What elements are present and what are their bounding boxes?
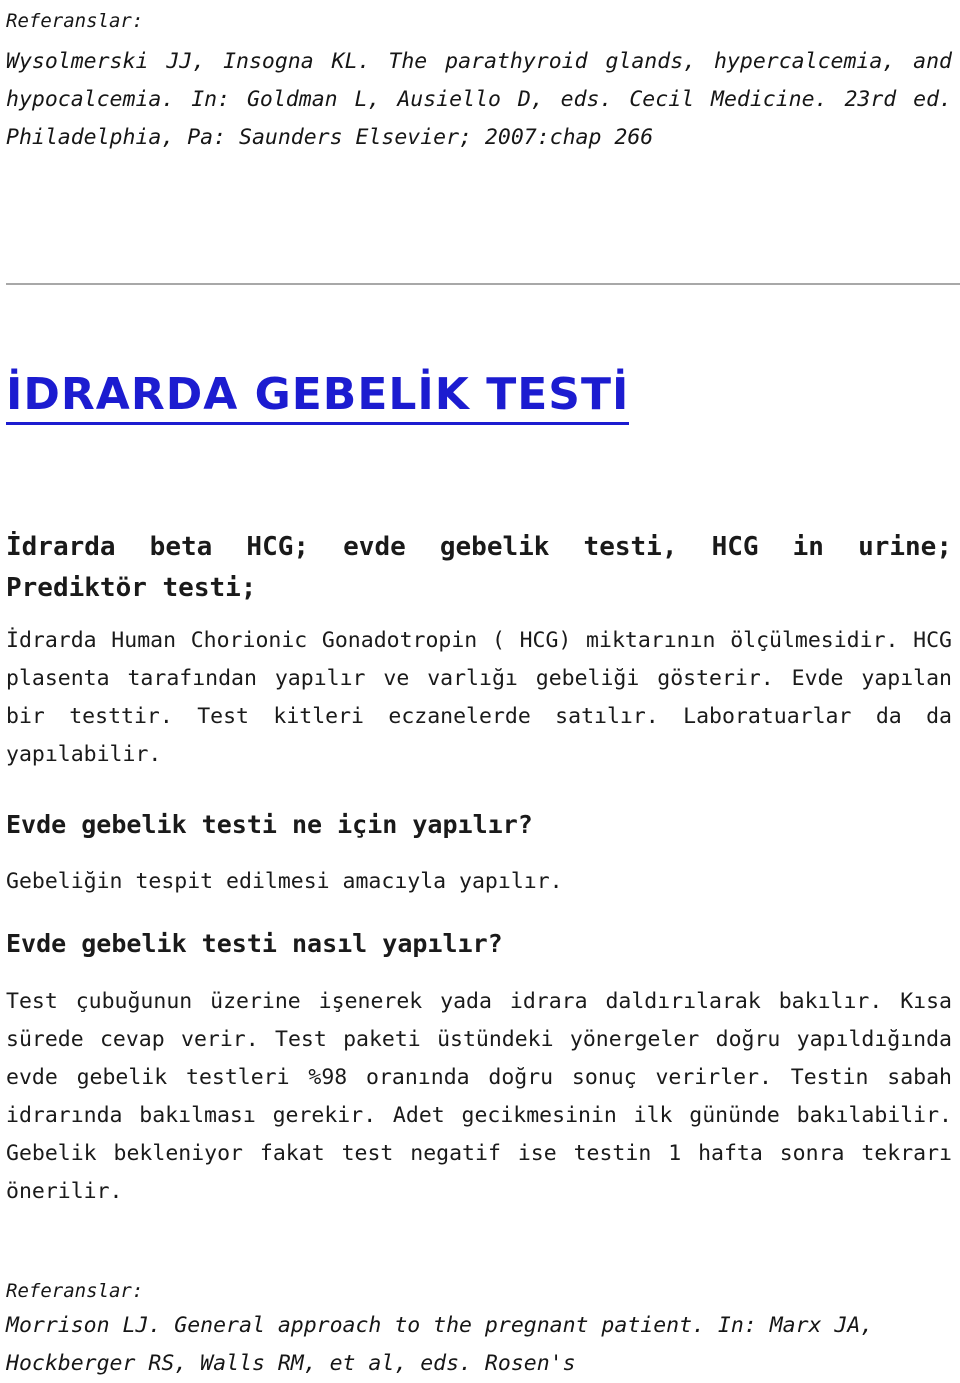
- section-body-purpose: Gebeliğin tespit edilmesi amacıyla yapıl…: [6, 869, 563, 894]
- page-title[interactable]: İDRARDA GEBELİK TESTİ: [6, 369, 630, 425]
- bottom-references-label: Referanslar:: [6, 1280, 144, 1302]
- article-subtitle: İdrarda beta HCG; evde gebelik testi, HC…: [6, 532, 952, 603]
- document-page: Referanslar: Wysolmerski JJ, Insogna KL.…: [0, 0, 960, 1383]
- top-references-label: Referanslar:: [6, 10, 144, 32]
- page-title-container: İDRARDA GEBELİK TESTİ: [6, 369, 952, 425]
- section-body-procedure: Test çubuğunun üzerine işenerek yada idr…: [6, 989, 952, 1204]
- section-heading-purpose: Evde gebelik testi ne için yapılır?: [6, 810, 533, 839]
- bottom-reference-citation: Morrison LJ. General approach to the pre…: [6, 1313, 874, 1376]
- section-heading-procedure: Evde gebelik testi nasıl yapılır?: [6, 929, 503, 958]
- top-reference-citation: Wysolmerski JJ, Insogna KL. The parathyr…: [6, 49, 952, 150]
- intro-paragraph: İdrarda Human Chorionic Gonadotropin ( H…: [6, 628, 952, 767]
- section-divider: [6, 283, 960, 285]
